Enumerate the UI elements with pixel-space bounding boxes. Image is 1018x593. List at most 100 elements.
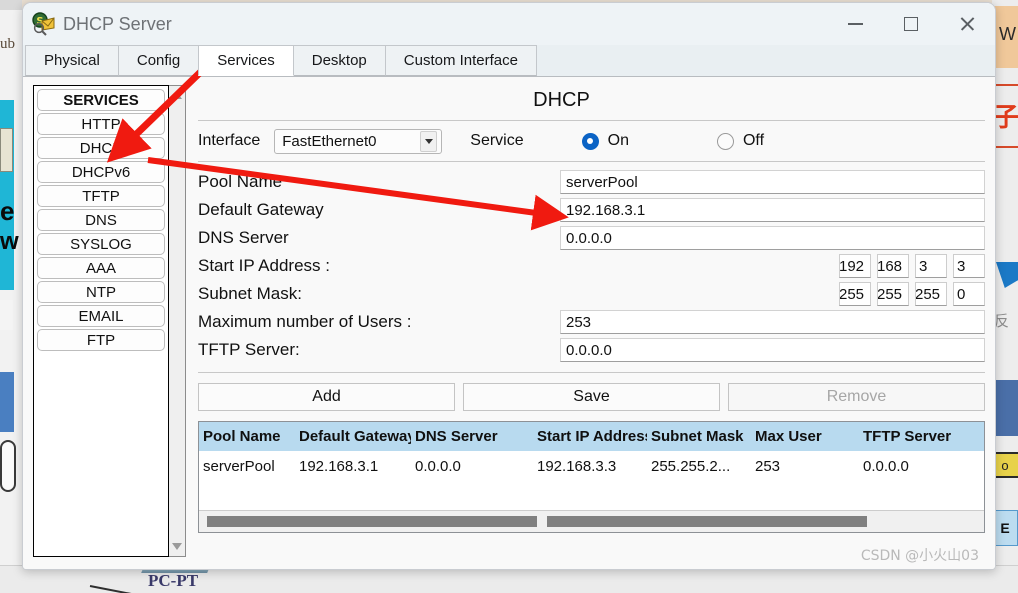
interface-select-value: FastEthernet0: [282, 132, 377, 150]
background-blue-box: [0, 372, 14, 432]
subnet-mask-label: Subnet Mask:: [198, 284, 302, 303]
interface-select[interactable]: FastEthernet0: [274, 128, 443, 154]
table-horizontal-scrollbars[interactable]: [199, 510, 984, 532]
tab-config[interactable]: Config: [117, 45, 200, 76]
row-start-ip: Start IP Address : 192 168 3 3: [198, 252, 985, 280]
sidebar-item-http[interactable]: HTTP: [37, 113, 165, 135]
minimize-button[interactable]: [827, 3, 883, 45]
row-max-users: Maximum number of Users : 253: [198, 308, 985, 336]
scroll-down-icon[interactable]: [172, 543, 182, 550]
dhcp-panel: DHCP Interface FastEthernet0 Service On: [186, 85, 985, 569]
max-users-label: Maximum number of Users :: [198, 312, 412, 331]
scroll-up-icon[interactable]: [172, 92, 182, 99]
background-top-right-text: W: [999, 24, 1016, 44]
tftp-server-label: TFTP Server:: [198, 340, 300, 359]
background-left-text-w: w: [0, 228, 19, 255]
interface-row: Interface FastEthernet0 Service On Off: [198, 121, 985, 161]
tftp-server-input[interactable]: 0.0.0.0: [560, 338, 985, 362]
column-header-dns-server: DNS Server: [415, 428, 498, 445]
sidebar-item-dhcp[interactable]: DHCP: [37, 137, 165, 159]
default-gateway-label: Default Gateway: [198, 200, 324, 219]
cell-pool-name: serverPool: [203, 457, 275, 475]
sidebar-item-email[interactable]: EMAIL: [37, 305, 165, 327]
cell-subnet-mask: 255.255.2...: [651, 457, 731, 475]
row-default-gateway: Default Gateway 192.168.3.1: [198, 196, 985, 224]
sidebar-scrollbar[interactable]: [169, 85, 186, 557]
service-on-radio[interactable]: [581, 132, 599, 150]
watermark-text: CSDN @小火山03: [860, 548, 979, 564]
start-ip-label: Start IP Address :: [198, 256, 330, 275]
subnet-mask-octet-2[interactable]: 255: [877, 282, 909, 306]
sidebar-item-syslog[interactable]: SYSLOG: [37, 233, 165, 255]
tab-desktop[interactable]: Desktop: [292, 45, 386, 76]
maximize-icon: [904, 17, 918, 31]
pool-name-input[interactable]: serverPool: [560, 170, 985, 194]
service-label: Service: [470, 132, 524, 149]
window-titlebar: S DHCP Server: [23, 3, 995, 45]
cell-default-gateway: 192.168.3.1: [299, 457, 379, 475]
window-controls: [827, 3, 995, 45]
table-scroll-thumb-left[interactable]: [207, 516, 537, 527]
start-ip-octets: 192 168 3 3: [560, 254, 985, 278]
subnet-mask-octets: 255 255 255 0: [560, 282, 985, 306]
service-on-option[interactable]: On: [581, 132, 629, 150]
table-header-row: Pool Name Default Gateway DNS Server Sta…: [199, 422, 984, 451]
sidebar-item-dns[interactable]: DNS: [37, 209, 165, 231]
service-off-radio[interactable]: [716, 132, 734, 150]
background-rounded-node: [0, 440, 16, 492]
table-row[interactable]: serverPool 192.168.3.1 0.0.0.0 192.168.3…: [199, 451, 984, 481]
background-left-strip: [0, 0, 22, 593]
services-list: SERVICES HTTP DHCP DHCPv6 TFTP DNS SYSLO…: [34, 86, 168, 353]
sidebar-item-aaa[interactable]: AAA: [37, 257, 165, 279]
close-button[interactable]: [939, 3, 995, 45]
background-right-chinese-text: 子: [993, 103, 1018, 133]
maximize-button[interactable]: [883, 3, 939, 45]
subnet-mask-octet-3[interactable]: 255: [915, 282, 947, 306]
subnet-mask-octet-1[interactable]: 255: [839, 282, 871, 306]
background-left-text-e: e: [0, 196, 15, 226]
column-header-tftp-server: TFTP Server: [863, 428, 952, 445]
start-ip-octet-3[interactable]: 3: [915, 254, 947, 278]
action-buttons: Add Save Remove: [198, 373, 985, 411]
remove-button[interactable]: Remove: [728, 383, 985, 411]
column-header-subnet-mask: Subnet Mask: [651, 428, 744, 445]
dhcp-pool-table: Pool Name Default Gateway DNS Server Sta…: [198, 421, 985, 533]
cell-max-user: 253: [755, 457, 781, 475]
interface-label: Interface: [198, 132, 261, 149]
cell-start-ip: 192.168.3.3: [537, 457, 617, 475]
sidebar-item-ntp[interactable]: NTP: [37, 281, 165, 303]
max-users-input[interactable]: 253: [560, 310, 985, 334]
start-ip-octet-4[interactable]: 3: [953, 254, 985, 278]
pc-device-label: PC-PT: [148, 571, 199, 590]
service-off-option[interactable]: Off: [716, 132, 765, 150]
sidebar-item-ftp[interactable]: FTP: [37, 329, 165, 351]
sidebar-item-dhcpv6[interactable]: DHCPv6: [37, 161, 165, 183]
cell-tftp-server: 0.0.0.0: [863, 457, 909, 475]
table-scroll-thumb-right[interactable]: [547, 516, 867, 527]
pool-name-label: Pool Name: [198, 172, 283, 191]
add-button[interactable]: Add: [198, 383, 455, 411]
chevron-down-icon[interactable]: [420, 130, 438, 152]
column-header-default-gateway: Default Gateway: [299, 428, 411, 445]
service-off-label: Off: [742, 132, 765, 149]
tab-services[interactable]: Services: [198, 45, 294, 76]
tab-custom-interface[interactable]: Custom Interface: [384, 45, 537, 76]
row-subnet-mask: Subnet Mask: 255 255 255 0: [198, 280, 985, 308]
dns-server-input[interactable]: 0.0.0.0: [560, 226, 985, 250]
row-dns-server: DNS Server 0.0.0.0: [198, 224, 985, 252]
window-body: SERVICES HTTP DHCP DHCPv6 TFTP DNS SYSLO…: [23, 77, 995, 569]
service-on-label: On: [607, 132, 629, 149]
column-header-start-ip: Start IP Address: [537, 428, 647, 445]
default-gateway-input[interactable]: 192.168.3.1: [560, 198, 985, 222]
save-button[interactable]: Save: [463, 383, 720, 411]
subnet-mask-octet-4[interactable]: 0: [953, 282, 985, 306]
start-ip-octet-2[interactable]: 168: [877, 254, 909, 278]
sidebar-item-tftp[interactable]: TFTP: [37, 185, 165, 207]
start-ip-octet-1[interactable]: 192: [839, 254, 871, 278]
tab-physical[interactable]: Physical: [25, 45, 119, 76]
tab-bar: Physical Config Services Desktop Custom …: [23, 45, 995, 77]
row-pool-name: Pool Name serverPool: [198, 168, 985, 196]
background-right-gray-text: 反: [994, 312, 1010, 330]
sidebar-header-services: SERVICES: [37, 89, 165, 111]
dhcp-server-window: S DHCP Server Physical Config Services D…: [22, 2, 996, 570]
